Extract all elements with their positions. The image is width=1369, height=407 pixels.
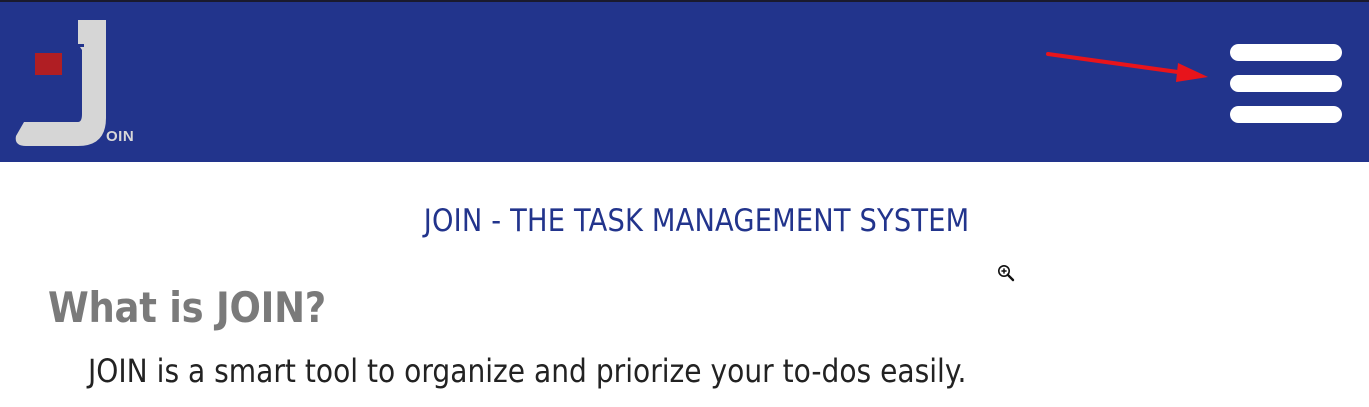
logo-wordmark: OIN: [106, 128, 135, 145]
hamburger-menu-bar: [1230, 75, 1342, 92]
logo-notch: [74, 44, 84, 47]
red-arrow-annotation: [1046, 52, 1208, 82]
logo-j-letter: [15, 20, 106, 146]
intro-paragraph: JOIN is a smart tool to organize and pri…: [88, 352, 967, 390]
hamburger-menu-button[interactable]: [1228, 42, 1344, 126]
page-subtitle: JOIN - THE TASK MANAGEMENT SYSTEM: [423, 203, 970, 239]
site-header: OIN: [0, 2, 1369, 162]
logo-red-square: [35, 53, 62, 75]
section-heading: What is JOIN?: [48, 283, 326, 332]
zoom-in-cursor-icon: [998, 265, 1015, 282]
hamburger-menu-icon: [1230, 44, 1342, 61]
hamburger-menu-bar: [1230, 106, 1342, 123]
